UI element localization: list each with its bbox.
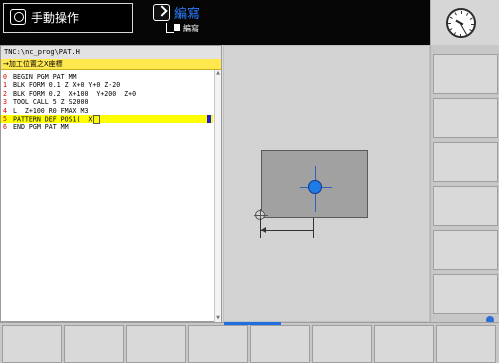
horizontal-softkey[interactable] [374, 325, 434, 363]
manual-mode-icon [10, 9, 26, 25]
scroll-up-icon[interactable]: ▲ [215, 70, 221, 77]
clock-panel [430, 0, 499, 45]
line-number: 0 [3, 73, 7, 81]
program-editor-panel: TNC:\nc_prog\PAT.H →加工位置之X座標 0 BEGIN PGM … [0, 45, 222, 322]
vertical-softkey[interactable] [433, 230, 498, 270]
vertical-softkey[interactable] [433, 186, 498, 226]
line-number: 4 [3, 106, 7, 115]
line-number: 1 [3, 81, 7, 90]
line-number: 2 [3, 89, 7, 98]
dimension-extension-line [313, 218, 314, 238]
graphic-panel [223, 45, 430, 322]
program-scrollbar[interactable]: ▲ ▼ [214, 70, 221, 322]
softkey-page-indicator [224, 322, 281, 325]
scroll-down-icon[interactable]: ▼ [215, 315, 221, 322]
code-line[interactable]: 0 BEGIN PGM PAT MM [1, 73, 213, 81]
horizontal-softkey[interactable] [188, 325, 248, 363]
edit-sub-label: 編寫 [183, 24, 199, 33]
vertical-softkey[interactable] [433, 274, 498, 314]
machine-mode-box[interactable]: 手動操作 [3, 3, 133, 33]
code-line-active[interactable]: 5 PATTERN DEF POS1( X [1, 114, 213, 124]
code-line[interactable]: 2 BLK FORM 0.2 X+100 Y+200 Z+0 [1, 90, 213, 98]
line-number: 6 [3, 123, 7, 132]
horizontal-softkey[interactable] [126, 325, 186, 363]
line-text: PATTERN DEF POS1( X [13, 115, 93, 124]
vertical-softkey-bar [430, 45, 499, 324]
clock-icon [446, 8, 476, 38]
line-text: BEGIN PGM PAT MM [13, 73, 77, 81]
program-path: TNC:\nc_prog\PAT.H [1, 46, 221, 59]
vertical-softkey[interactable] [433, 54, 498, 94]
document-icon [174, 24, 180, 31]
workpiece-blank [261, 150, 368, 218]
vertical-softkey[interactable] [433, 98, 498, 138]
line-text: END PGM PAT MM [13, 123, 69, 132]
tree-branch-icon [166, 23, 174, 33]
horizontal-softkey[interactable] [436, 325, 496, 363]
line-text: BLK FORM 0.1 Z X+0 Y+0 Z-20 [13, 81, 121, 90]
horizontal-softkey[interactable] [312, 325, 372, 363]
line-number: 3 [3, 98, 7, 107]
pattern-position-marker [308, 180, 322, 194]
dimension-line [260, 230, 314, 231]
line-end-marker [207, 114, 211, 123]
program-code-list: 0 BEGIN PGM PAT MM 1 BLK FORM 0.1 Z X+0 Y+… [1, 73, 213, 132]
horizontal-softkey-bar [0, 322, 499, 363]
line-text: TOOL CALL 5 Z S2000 [13, 98, 89, 107]
code-line[interactable]: 6 END PGM PAT MM [1, 123, 213, 131]
machine-mode-label: 手動操作 [31, 11, 80, 25]
input-hint-bar: →加工位置之X座標 [1, 59, 221, 70]
horizontal-softkey[interactable] [250, 325, 310, 363]
line-text: BLK FORM 0.2 X+100 Y+200 Z+0 [13, 89, 137, 98]
code-line[interactable]: 4 L Z+100 R0 FMAX M3 [1, 107, 213, 115]
edit-mode-label: 編寫 [174, 7, 201, 22]
code-line[interactable]: 1 BLK FORM 0.1 Z X+0 Y+0 Z-20 [1, 81, 213, 89]
vertical-softkey[interactable] [433, 142, 498, 182]
edit-mode-icon[interactable] [153, 4, 170, 21]
horizontal-softkey[interactable] [2, 325, 62, 363]
code-line[interactable]: 3 TOOL CALL 5 Z S2000 [1, 98, 213, 106]
line-text: L Z+100 R0 FMAX M3 [13, 106, 89, 115]
header-bar: 手動操作 編寫 編寫 [0, 0, 430, 45]
dimension-arrow-icon [261, 227, 266, 233]
horizontal-softkey[interactable] [64, 325, 124, 363]
